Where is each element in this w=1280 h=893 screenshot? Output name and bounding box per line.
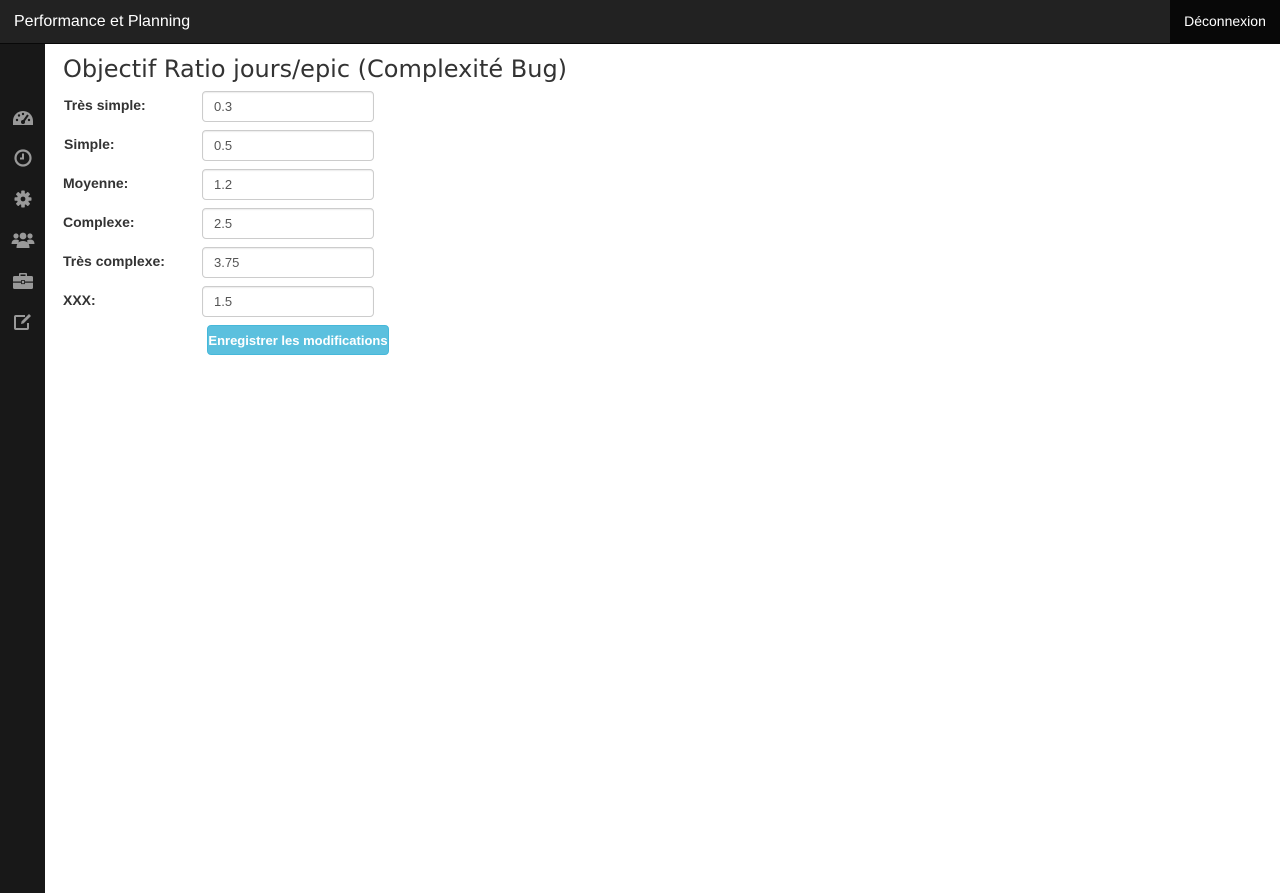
save-changes-button[interactable]: Enregistrer les modifications [207,325,389,355]
sidebar-item-projects[interactable] [11,269,35,293]
sidebar-item-users[interactable] [11,228,35,252]
sidebar-item-settings[interactable] [11,187,35,211]
logout-button[interactable]: Déconnexion [1170,0,1280,43]
app-brand[interactable]: Performance et Planning [14,0,190,43]
moyenne-input[interactable] [202,169,374,200]
complexe-input[interactable] [202,208,374,239]
top-navbar: Performance et Planning Déconnexion [0,0,1280,44]
sidebar [0,44,45,893]
sidebar-item-dashboard[interactable] [11,106,35,130]
sidebar-item-history[interactable] [11,146,35,170]
edit-icon [14,314,31,330]
briefcase-icon [13,273,33,289]
field-label: Moyenne: [63,175,129,191]
dashboard-icon [13,111,33,125]
xxx-input[interactable] [202,286,374,317]
tres-complexe-input[interactable] [202,247,374,278]
simple-input[interactable] [202,130,374,161]
field-label: Très complexe: [63,253,165,269]
users-icon [11,232,35,248]
tres-simple-input[interactable] [202,91,374,122]
field-label: Très simple: [64,97,146,113]
field-label: Complexe: [63,214,135,230]
clock-icon [14,149,32,167]
field-label: Simple: [64,136,115,152]
gear-icon [14,190,32,208]
sidebar-item-edit[interactable] [11,310,35,334]
page-title: Objectif Ratio jours/epic (Complexité Bu… [63,55,568,83]
field-label: XXX: [63,292,96,308]
